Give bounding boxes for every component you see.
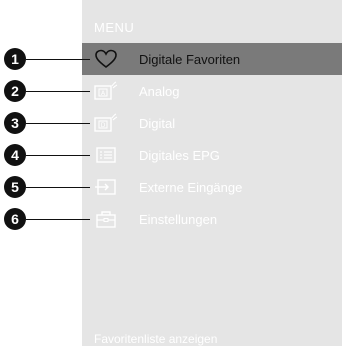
heart-icon xyxy=(94,49,118,69)
toolbox-icon xyxy=(94,209,118,229)
callout-badge: 4 xyxy=(4,144,26,166)
callout-line xyxy=(26,123,90,124)
callout-badge: 5 xyxy=(4,176,26,198)
epg-list-icon xyxy=(94,145,118,165)
menu-item-label: Analog xyxy=(139,83,180,99)
menu-title: MENU xyxy=(94,20,135,35)
callout-badge: 1 xyxy=(4,48,26,70)
menu-item-label: Externe Eingänge xyxy=(139,179,243,195)
menu-item-label: Digitales EPG xyxy=(139,147,220,163)
menu-list: Digitale Favoriten A Analog D Digital Di… xyxy=(82,43,342,235)
callout-badge: 3 xyxy=(4,112,26,134)
menu-item-externe-eingaenge[interactable]: Externe Eingänge xyxy=(82,171,342,203)
menu-item-analog[interactable]: A Analog xyxy=(82,75,342,107)
callout-line xyxy=(26,91,90,92)
analog-tv-icon: A xyxy=(94,81,118,101)
menu-item-einstellungen[interactable]: Einstellungen xyxy=(82,203,342,235)
svg-text:D: D xyxy=(101,122,106,129)
callout-line xyxy=(26,187,90,188)
menu-item-digitales-epg[interactable]: Digitales EPG xyxy=(82,139,342,171)
menu-panel: MENU Digitale Favoriten A Analog D Digit… xyxy=(82,0,342,346)
menu-item-label: Einstellungen xyxy=(139,211,218,227)
callout-badge: 2 xyxy=(4,80,26,102)
callout-line xyxy=(26,155,90,156)
menu-item-digitale-favoriten[interactable]: Digitale Favoriten xyxy=(82,43,342,75)
menu-item-label: Digitale Favoriten xyxy=(139,51,241,67)
menu-item-label: Digital xyxy=(139,115,176,131)
footer-hint: Favoritenliste anzeigen xyxy=(94,332,218,346)
callout-badge: 6 xyxy=(4,208,26,230)
menu-item-digital[interactable]: D Digital xyxy=(82,107,342,139)
digital-tv-icon: D xyxy=(94,113,118,133)
callout-line xyxy=(26,59,90,60)
callout-line xyxy=(26,219,90,220)
input-source-icon xyxy=(94,177,118,197)
